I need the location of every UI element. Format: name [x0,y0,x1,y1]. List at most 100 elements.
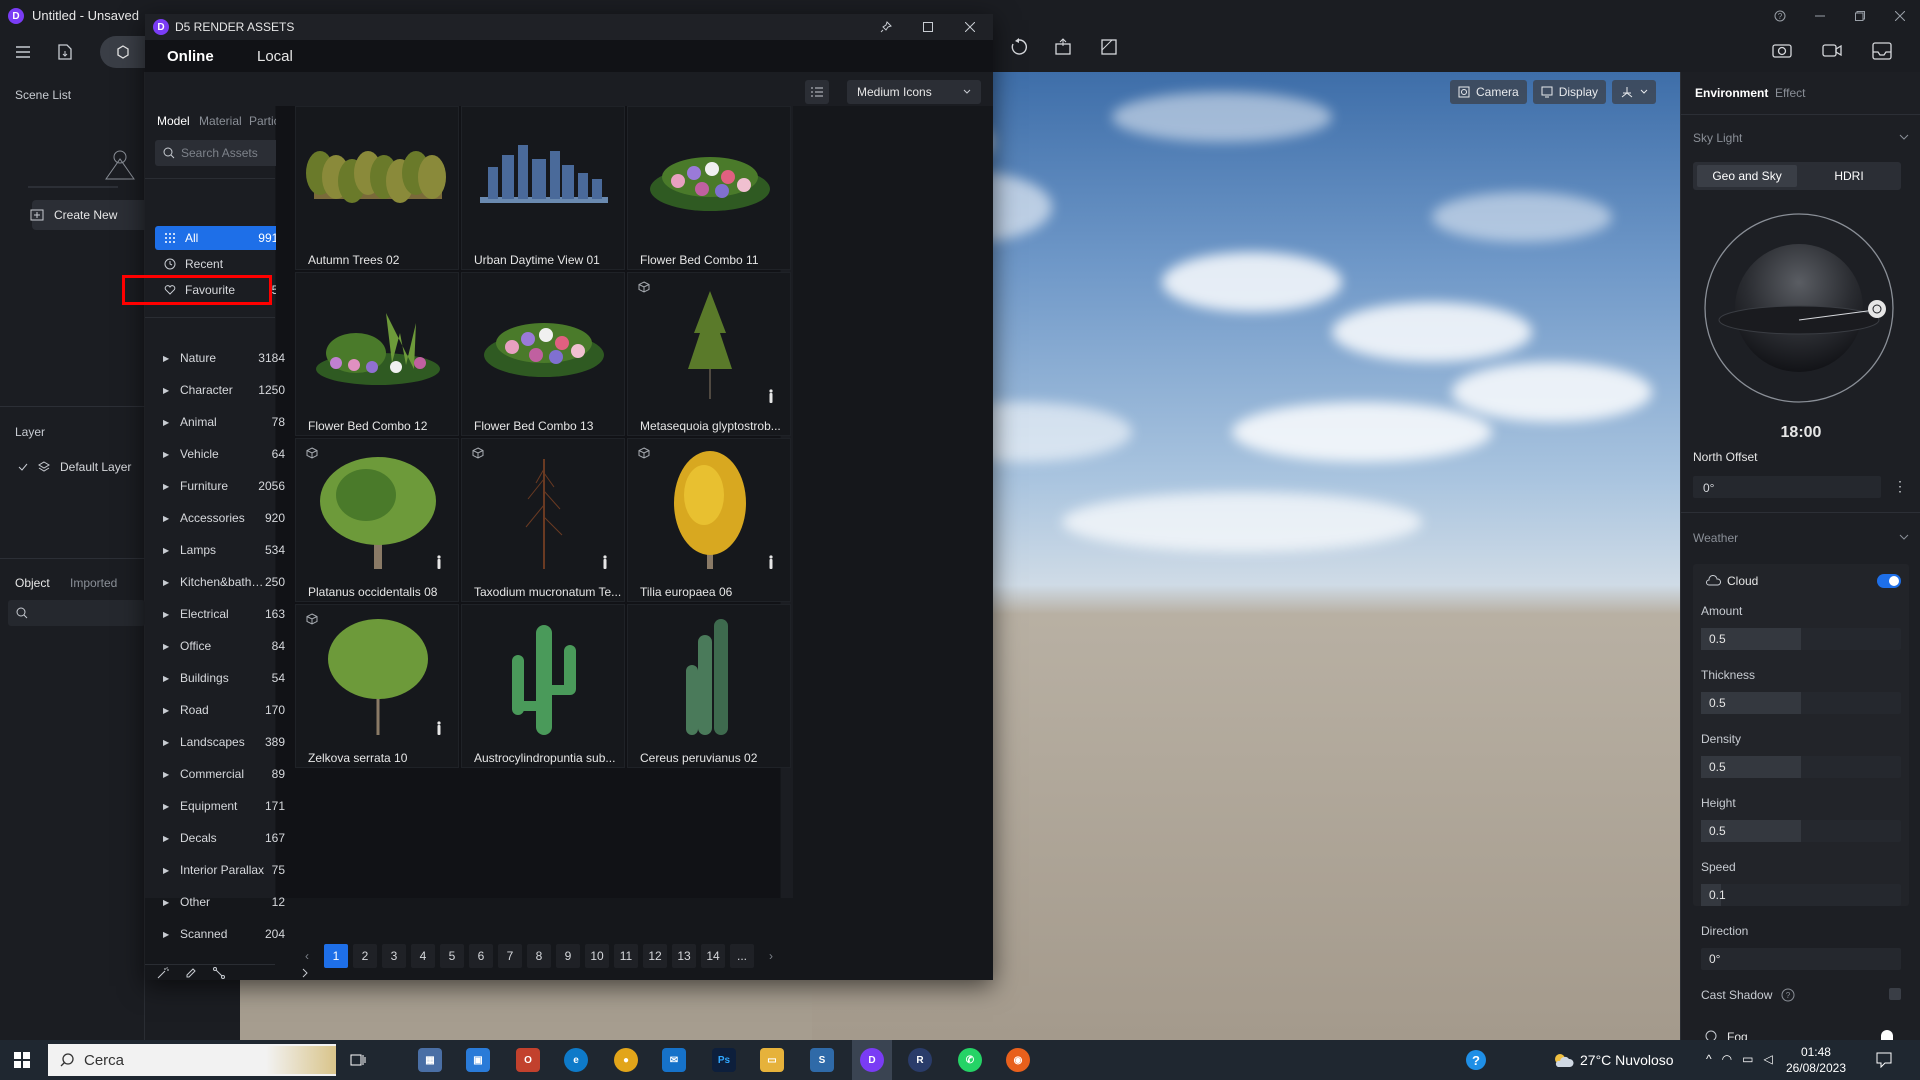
page-button[interactable]: 12 [643,944,667,968]
tab-object[interactable]: Object [15,576,50,590]
thickness-slider[interactable]: 0.5 [1701,692,1901,714]
restore-icon[interactable] [1850,6,1870,26]
area-icon[interactable] [1100,38,1118,56]
type-material[interactable]: Material [199,114,242,128]
page-button[interactable]: 6 [469,944,493,968]
icon-size-dropdown[interactable]: Medium Icons [847,80,981,104]
asset-card[interactable]: Flower Bed Combo 11 [627,106,791,270]
edge-app-icon[interactable]: e [564,1048,588,1072]
weather-widget[interactable]: 27°C Nuvoloso [1552,1052,1674,1068]
asset-search-input[interactable]: Search Assets [155,140,295,166]
category-equipment[interactable]: ▶ Equipment 171 [155,794,295,818]
page-button[interactable]: 2 [353,944,377,968]
transform-icon[interactable] [1054,38,1074,56]
d5-app-icon[interactable]: D [860,1048,884,1072]
asset-card[interactable]: Zelkova serrata 10 [295,604,459,768]
clock[interactable]: 01:48 26/08/2023 [1786,1044,1846,1076]
page-button[interactable]: ... [730,944,754,968]
asset-card[interactable]: Metasequoia glyptostrob... [627,272,791,436]
magic-wand-icon[interactable] [157,967,169,979]
battery-icon[interactable]: ▭ [1742,1052,1753,1066]
caret-right-icon[interactable]: ▶ [155,930,175,939]
notification-icon[interactable] [1876,1052,1892,1068]
default-layer-row[interactable]: Default Layer [18,460,131,474]
task-view-icon[interactable] [350,1052,366,1068]
asset-card[interactable]: Taxodium mucronatum Te... [461,438,625,602]
category-nature[interactable]: ▶ Nature 3184 [155,346,295,370]
cloud-toggle[interactable] [1877,574,1901,588]
page-button[interactable]: 5 [440,944,464,968]
caret-right-icon[interactable]: ▶ [155,482,175,491]
next-page-icon[interactable]: › [759,944,783,968]
sketchup-app-icon[interactable]: S [810,1048,834,1072]
caret-right-icon[interactable]: ▶ [155,738,175,747]
windows-start-icon[interactable] [14,1052,30,1068]
page-button[interactable]: 10 [585,944,609,968]
category-road[interactable]: ▶ Road 170 [155,698,295,722]
view-mode-dropdown[interactable] [1612,80,1657,104]
info-icon[interactable]: ? [1781,988,1795,1002]
minimize-icon[interactable] [1810,6,1830,26]
caret-right-icon[interactable]: ▶ [155,674,175,683]
category-character[interactable]: ▶ Character 1250 [155,378,295,402]
create-new-button[interactable]: Create New [30,200,152,230]
list-view-button[interactable] [805,80,829,104]
north-offset-input[interactable]: 0° [1693,476,1881,498]
display-button[interactable]: Display [1532,80,1607,104]
geo-sky-button[interactable]: Geo and Sky [1697,165,1797,187]
asset-card[interactable]: Urban Daytime View 01 [461,106,625,270]
density-slider[interactable]: 0.5 [1701,756,1901,778]
caret-right-icon[interactable]: ▶ [155,578,175,587]
chrome-app-icon[interactable]: ● [614,1048,638,1072]
inbox-icon[interactable] [1872,42,1892,60]
category-other[interactable]: ▶ Other 12 [155,890,295,914]
caret-right-icon[interactable]: ▶ [155,898,175,907]
tab-environment[interactable]: Environment [1695,86,1768,100]
caret-right-icon[interactable]: ▶ [155,706,175,715]
direction-slider[interactable]: 0° [1701,948,1901,970]
category-office[interactable]: ▶ Office 84 [155,634,295,658]
pin-icon[interactable] [880,21,892,33]
category-decals[interactable]: ▶ Decals 167 [155,826,295,850]
category-accessories[interactable]: ▶ Accessories 920 [155,506,295,530]
type-model[interactable]: Model [157,114,190,128]
tab-local[interactable]: Local [257,40,293,72]
speed-slider[interactable]: 0.1 [1701,884,1901,906]
chevron-right-icon[interactable] [301,968,309,978]
tab-online[interactable]: Online [167,40,214,72]
hdri-button[interactable]: HDRI [1799,165,1899,187]
page-button[interactable]: 7 [498,944,522,968]
help-app-icon[interactable]: ? [1466,1050,1486,1070]
asset-card[interactable]: Flower Bed Combo 13 [461,272,625,436]
caret-right-icon[interactable]: ▶ [155,610,175,619]
whatsapp-app-icon[interactable]: ✆ [958,1048,982,1072]
caret-right-icon[interactable]: ▶ [155,866,175,875]
tab-imported[interactable]: Imported [70,576,117,590]
asset-card[interactable]: Tilia europaea 06 [627,438,791,602]
close-icon[interactable] [965,22,975,32]
asset-card[interactable]: Platanus occidentalis 08 [295,438,459,602]
camera-button[interactable]: Camera [1450,80,1527,104]
page-button[interactable]: 4 [411,944,435,968]
refresh-icon[interactable] [1010,38,1028,56]
page-button[interactable]: 3 [382,944,406,968]
category-scanned[interactable]: ▶ Scanned 204 [155,922,295,946]
calculator-app-icon[interactable]: ▦ [418,1048,442,1072]
asset-card[interactable]: Flower Bed Combo 12 [295,272,459,436]
maximize-icon[interactable] [923,22,933,32]
page-button[interactable]: 11 [614,944,638,968]
more-options-icon[interactable]: ⋮ [1893,478,1907,495]
page-button[interactable]: 13 [672,944,696,968]
store-app-icon[interactable]: ▣ [466,1048,490,1072]
video-icon[interactable] [1822,42,1842,58]
category-buildings[interactable]: ▶ Buildings 54 [155,666,295,690]
caret-right-icon[interactable]: ▶ [155,802,175,811]
asset-card[interactable]: Autumn Trees 02 [295,106,459,270]
photoshop-app-icon[interactable]: Ps [712,1048,736,1072]
category-landscapes[interactable]: ▶ Landscapes 389 [155,730,295,754]
asset-card[interactable]: Austrocylindropuntia sub... [461,604,625,768]
quick-recent[interactable]: Recent 0 [155,252,295,276]
edit-icon[interactable] [185,967,197,979]
category-lamps[interactable]: ▶ Lamps 534 [155,538,295,562]
volume-icon[interactable]: ◁ [1763,1052,1772,1066]
